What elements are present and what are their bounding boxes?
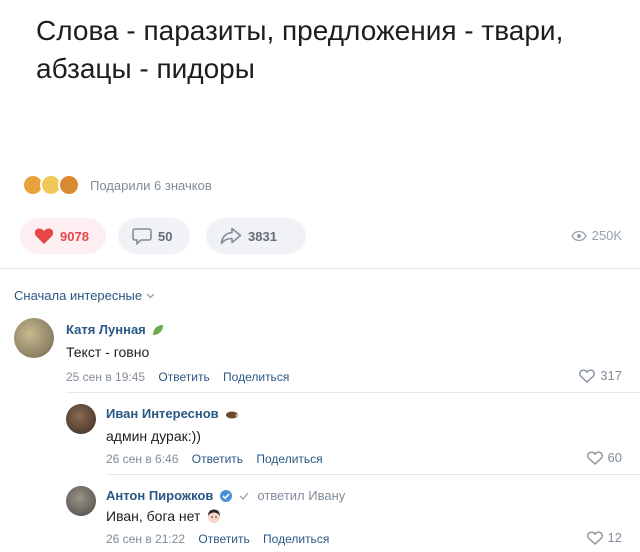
heart-outline-icon: [586, 531, 603, 545]
comment-like-button[interactable]: 60: [586, 450, 622, 465]
hedgehog-icon: [225, 411, 239, 418]
comment-like-count: 317: [600, 368, 622, 383]
comment-date: 26 сен в 21:22: [106, 532, 186, 546]
replied-to-label[interactable]: ответил Ивану: [257, 488, 345, 503]
gift-icon: [58, 174, 80, 196]
heart-icon: [34, 228, 54, 244]
leaf-icon: [152, 324, 163, 335]
eye-icon: [570, 230, 587, 241]
comments-sort-dropdown[interactable]: Сначала интересные: [14, 288, 155, 303]
like-button[interactable]: 9078: [20, 218, 106, 254]
gifts-row[interactable]: Подарили 6 значков: [22, 172, 212, 198]
share-icon: [220, 227, 242, 245]
reply-arrow-icon: [239, 492, 249, 500]
comment-date: 26 сен в 6:46: [106, 452, 179, 466]
comment-text: Текст - говно: [66, 344, 150, 360]
comment-author[interactable]: Иван Интереснов: [106, 406, 239, 421]
comment-like-button[interactable]: 317: [579, 368, 622, 383]
comment-like-button[interactable]: 12: [586, 530, 622, 545]
like-count: 9078: [60, 228, 89, 244]
avatar[interactable]: [66, 486, 96, 516]
chevron-down-icon: [146, 293, 155, 298]
avatar[interactable]: [14, 318, 54, 358]
emoji-icon: [208, 509, 221, 523]
reply-button[interactable]: Ответить: [158, 370, 209, 384]
share-comment-button[interactable]: Поделиться: [263, 532, 329, 546]
comment-like-count: 60: [607, 450, 622, 465]
gifts-label: Подарили 6 значков: [90, 177, 212, 193]
share-comment-button[interactable]: Поделиться: [223, 370, 289, 384]
views-count: 250K: [591, 228, 622, 243]
share-comment-button[interactable]: Поделиться: [256, 452, 322, 466]
heart-outline-icon: [586, 451, 603, 465]
avatar[interactable]: [66, 404, 96, 434]
comment-date: 25 сен в 19:45: [66, 370, 146, 384]
divider: [0, 268, 640, 269]
views-counter: 250K: [570, 228, 622, 243]
comment-author[interactable]: Антон Пирожков ответил Ивану: [106, 488, 345, 503]
comment-count: 50: [158, 228, 173, 244]
comment-divider: [106, 474, 640, 475]
comment-meta: 25 сен в 19:45 Ответить Поделиться: [66, 370, 289, 384]
comment-text-value: Иван, бога нет: [106, 508, 201, 524]
comments-sort-label: Сначала интересные: [14, 288, 143, 303]
share-count: 3831: [248, 228, 277, 244]
reply-button[interactable]: Ответить: [192, 452, 243, 466]
post-actions: 9078 50 3831 250K: [20, 218, 630, 256]
post-text: Слова - паразиты, предложения - твари, а…: [36, 15, 564, 84]
comment-button[interactable]: 50: [118, 218, 190, 254]
heart-outline-icon: [579, 369, 596, 383]
comment-meta: 26 сен в 21:22 Ответить Поделиться: [106, 532, 329, 546]
share-button[interactable]: 3831: [206, 218, 306, 254]
comment-like-count: 12: [607, 530, 622, 545]
comment-text: Иван, бога нет: [106, 508, 222, 524]
verified-icon: [220, 489, 233, 502]
comment-text: админ дурак:)): [106, 428, 201, 444]
comment-author[interactable]: Катя Лунная: [66, 322, 164, 337]
reply-button[interactable]: Ответить: [198, 532, 249, 546]
comment-meta: 26 сен в 6:46 Ответить Поделиться: [106, 452, 323, 466]
comment-divider: [66, 392, 640, 393]
comment-icon: [132, 228, 152, 245]
